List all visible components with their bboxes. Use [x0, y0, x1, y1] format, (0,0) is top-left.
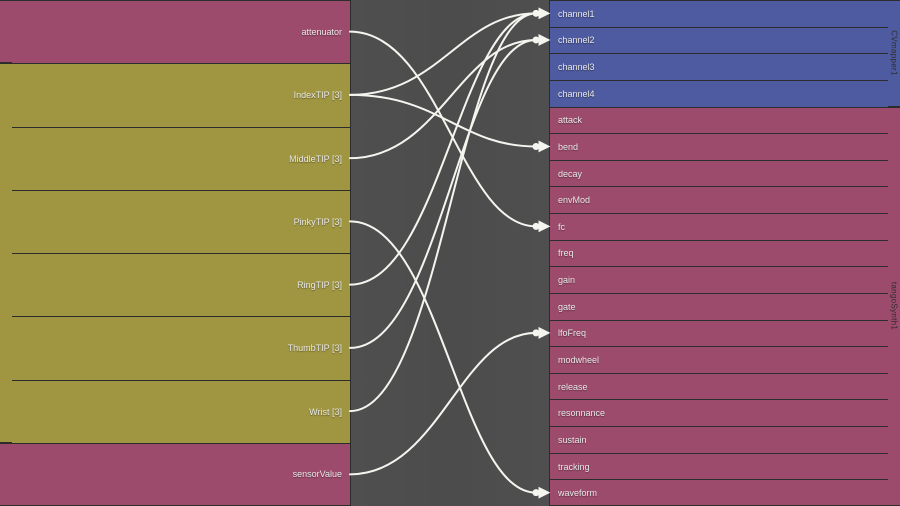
port-label: channel3	[558, 62, 595, 72]
group-rail-tangoSynth1[interactable]: tangoSynth1	[888, 107, 900, 506]
source-port-PinkyTIP[interactable]: PinkyTIP [3]	[12, 190, 350, 253]
port-label: sensorValue	[293, 469, 342, 479]
source-port-MiddleTIP[interactable]: MiddleTIP [3]	[12, 127, 350, 190]
target-port-envMod[interactable]: envMod	[550, 186, 888, 213]
port-label: gate	[558, 302, 576, 312]
port-label: decay	[558, 169, 582, 179]
target-port-release[interactable]: release	[550, 373, 888, 400]
target-port-fc[interactable]: fc	[550, 213, 888, 240]
group-rail-grp-sensor[interactable]	[0, 443, 12, 506]
patch-canvas[interactable]: attenuator IndexTIP [3] MiddleTIP [3] Pinky…	[0, 0, 900, 506]
connection-wire[interactable]	[350, 13, 536, 95]
connection-wire[interactable]	[350, 13, 536, 411]
connection-knot	[533, 223, 540, 230]
port-label: resonnance	[558, 408, 605, 418]
connection-knot	[533, 489, 540, 496]
group-rail-grp-glove[interactable]	[0, 63, 12, 443]
group-rail-grp-atten[interactable]	[0, 0, 12, 63]
target-port-waveform[interactable]: waveform	[550, 479, 888, 506]
target-port-channel2[interactable]: channel2	[550, 27, 888, 54]
connection-knot	[533, 329, 540, 336]
port-label: ThumbTIP [3]	[288, 343, 342, 353]
target-panel: CVmapper1 tangoSynth1 channel1 channel2 cha…	[549, 0, 900, 506]
source-port-RingTIP[interactable]: RingTIP [3]	[12, 253, 350, 316]
target-port-channel3[interactable]: channel3	[550, 53, 888, 80]
port-label: channel4	[558, 89, 595, 99]
target-port-modwheel[interactable]: modwheel	[550, 346, 888, 373]
source-port-sensorValue[interactable]: sensorValue	[12, 443, 350, 506]
target-port-gate[interactable]: gate	[550, 293, 888, 320]
connection-wire[interactable]	[350, 95, 536, 147]
target-port-sustain[interactable]: sustain	[550, 426, 888, 453]
port-label: envMod	[558, 195, 590, 205]
source-port-ThumbTIP[interactable]: ThumbTIP [3]	[12, 316, 350, 379]
target-port-freq[interactable]: freq	[550, 240, 888, 267]
port-label: MiddleTIP [3]	[289, 154, 342, 164]
port-label: waveform	[558, 488, 597, 498]
source-port-attenuator[interactable]: attenuator	[12, 0, 350, 63]
connection-wire[interactable]	[350, 40, 536, 158]
port-label: channel2	[558, 35, 595, 45]
connection-knot	[533, 36, 540, 43]
port-label: attenuator	[301, 27, 342, 37]
group-rail-CVmapper1[interactable]: CVmapper1	[888, 0, 900, 107]
target-port-channel4[interactable]: channel4	[550, 80, 888, 107]
port-label: fc	[558, 222, 565, 232]
port-label: freq	[558, 248, 574, 258]
target-port-gain[interactable]: gain	[550, 266, 888, 293]
target-port-decay[interactable]: decay	[550, 160, 888, 187]
port-label: PinkyTIP [3]	[294, 217, 342, 227]
connection-wire[interactable]	[350, 40, 536, 348]
port-label: attack	[558, 115, 582, 125]
target-port-attack[interactable]: attack	[550, 107, 888, 134]
source-panel: attenuator IndexTIP [3] MiddleTIP [3] Pinky…	[0, 0, 351, 506]
target-port-tracking[interactable]: tracking	[550, 453, 888, 480]
source-port-IndexTIP[interactable]: IndexTIP [3]	[12, 63, 350, 126]
port-label: lfoFreq	[558, 328, 586, 338]
connection-wire[interactable]	[350, 13, 536, 284]
group-label: CVmapper1	[890, 31, 899, 76]
connection-wire[interactable]	[350, 333, 536, 475]
target-port-channel1[interactable]: channel1	[550, 0, 888, 27]
target-port-bend[interactable]: bend	[550, 133, 888, 160]
connection-knot	[533, 143, 540, 150]
port-label: tracking	[558, 462, 590, 472]
target-port-lfoFreq[interactable]: lfoFreq	[550, 320, 888, 347]
port-label: modwheel	[558, 355, 599, 365]
target-port-resonnance[interactable]: resonnance	[550, 399, 888, 426]
connection-wire[interactable]	[350, 32, 536, 227]
connection-knot	[533, 10, 540, 17]
port-label: channel1	[558, 9, 595, 19]
port-label: sustain	[558, 435, 587, 445]
port-label: gain	[558, 275, 575, 285]
port-label: RingTIP [3]	[297, 280, 342, 290]
port-label: release	[558, 382, 588, 392]
port-label: bend	[558, 142, 578, 152]
connection-wire[interactable]	[350, 221, 536, 492]
source-port-Wrist[interactable]: Wrist [3]	[12, 380, 350, 443]
group-label: tangoSynth1	[890, 282, 899, 330]
port-label: IndexTIP [3]	[294, 90, 342, 100]
port-label: Wrist [3]	[309, 407, 342, 417]
